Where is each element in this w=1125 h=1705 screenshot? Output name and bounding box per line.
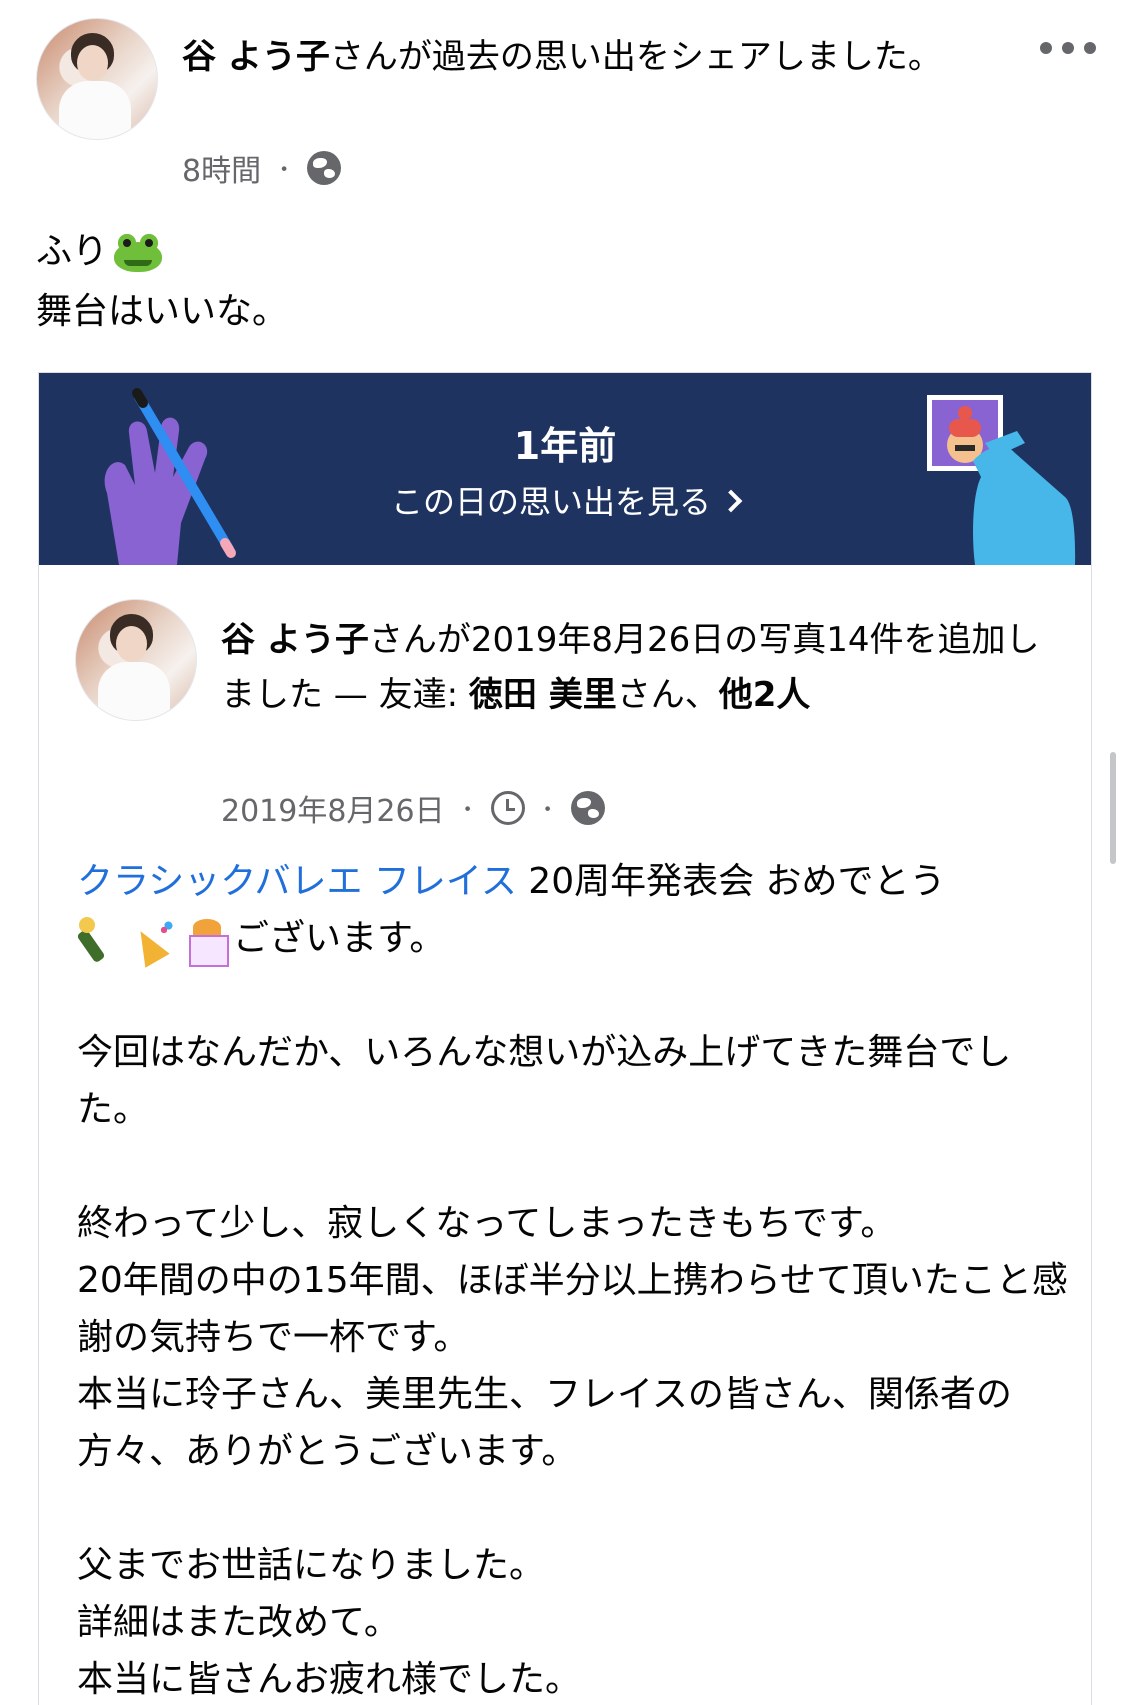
paragraph-4-line-3: 本当に皆さんお疲れ様でした。 [77, 1659, 582, 1700]
paragraph-1-text: 20周年発表会 おめでとう [516, 861, 946, 902]
scrollbar[interactable] [1110, 752, 1116, 864]
shared-author-avatar[interactable] [75, 599, 197, 721]
paragraph-3-line-3: 本当に玲子さん、美里先生、フレイスの皆さん、関係者の方々、ありがとうございます。 [77, 1374, 1012, 1472]
meta-separator: ・ [536, 798, 559, 823]
paragraph-2: 今回はなんだか、いろんな想いが込み上げてきた舞台でした。 [77, 1032, 1012, 1130]
paragraph-3: 終わって少し、寂しくなってしまったきもちです。 20年間の中の15年間、ほぼ半分… [77, 1195, 1077, 1480]
champagne-emoji-icon [77, 915, 127, 965]
chevron-right-icon [719, 489, 743, 513]
status-line-1-text: ふり [36, 231, 109, 272]
status-line-1: ふり [36, 222, 288, 282]
paragraph-4-line-1: 父までお世話になりました。 [77, 1545, 546, 1586]
globe-icon[interactable] [307, 151, 342, 185]
facebook-post-page: 谷 よう子さんが過去の思い出をシェアしました。 8時間 ・ ふり 舞台はいいな。… [0, 0, 1125, 1705]
author-avatar[interactable] [36, 18, 158, 140]
paragraph-1: クラシックバレエ フレイス 20周年発表会 おめでとう ございます。 [77, 853, 1077, 967]
post-timestamp[interactable]: 8時間 [182, 146, 261, 190]
avatar-face [76, 45, 108, 82]
memory-banner[interactable]: 1年前 この日の思い出を見る [39, 373, 1091, 565]
shared-action-text-b: さん、 [616, 675, 719, 715]
paragraph-3-line-2: 20年間の中の15年間、ほぼ半分以上携わらせて頂いたこと感謝の気持ちで一杯です。 [77, 1260, 1068, 1358]
meta-separator: ・ [273, 158, 296, 183]
post-action-text: さんが過去の思い出をシェアしました。 [329, 37, 942, 77]
globe-icon[interactable] [570, 791, 605, 825]
author-name[interactable]: 谷 よう子 [182, 37, 330, 77]
post-status-text: ふり 舞台はいいな。 [36, 222, 288, 342]
shared-post-body: クラシックバレエ フレイス 20周年発表会 おめでとう ございます。 今回はなん… [77, 853, 1077, 1705]
tagged-friend[interactable]: 徳田 美里 [469, 675, 617, 715]
page-link[interactable]: クラシックバレエ フレイス [77, 861, 517, 902]
paragraph-4-line-2: 詳細はまた改めて。 [77, 1602, 400, 1643]
gift-emoji-icon [181, 915, 231, 967]
shared-post-date[interactable]: 2019年8月26日 [221, 786, 445, 830]
shared-post-header: 谷 よう子さんが2019年8月26日の写真14件を追加しました — 友達: 徳田… [221, 613, 1061, 723]
shared-post-meta: 2019年8月26日 ・ ・ [221, 785, 605, 831]
memory-card: 1年前 この日の思い出を見る 谷 よう子さんが2019年8月26日の写真14件を… [38, 372, 1092, 1705]
others-link[interactable]: 他2人 [719, 675, 811, 715]
status-line-2: 舞台はいいな。 [36, 291, 289, 332]
post-header-text: 谷 よう子さんが過去の思い出をシェアしました。 [182, 30, 1012, 85]
photo-hand-illustration [927, 395, 1076, 565]
party-popper-emoji-icon [129, 915, 179, 965]
paragraph-3-line-1: 終わって少し、寂しくなってしまったきもちです。 [77, 1203, 897, 1244]
more-dots-icon[interactable] [1040, 34, 1096, 62]
clock-icon [490, 791, 525, 825]
paragraph-4: 父までお世話になりました。 詳細はまた改めて。 本当に皆さんお疲れ様でした。 [77, 1537, 1077, 1705]
avatar-body [58, 81, 131, 139]
post-meta: 8時間 ・ [182, 146, 342, 190]
frog-emoji-icon [112, 232, 164, 274]
see-memories-label: この日の思い出を見る [390, 483, 711, 521]
shared-author-name[interactable]: 谷 よう子 [221, 620, 369, 660]
paragraph-1-end: ございます。 [233, 918, 446, 959]
meta-separator: ・ [456, 798, 479, 823]
